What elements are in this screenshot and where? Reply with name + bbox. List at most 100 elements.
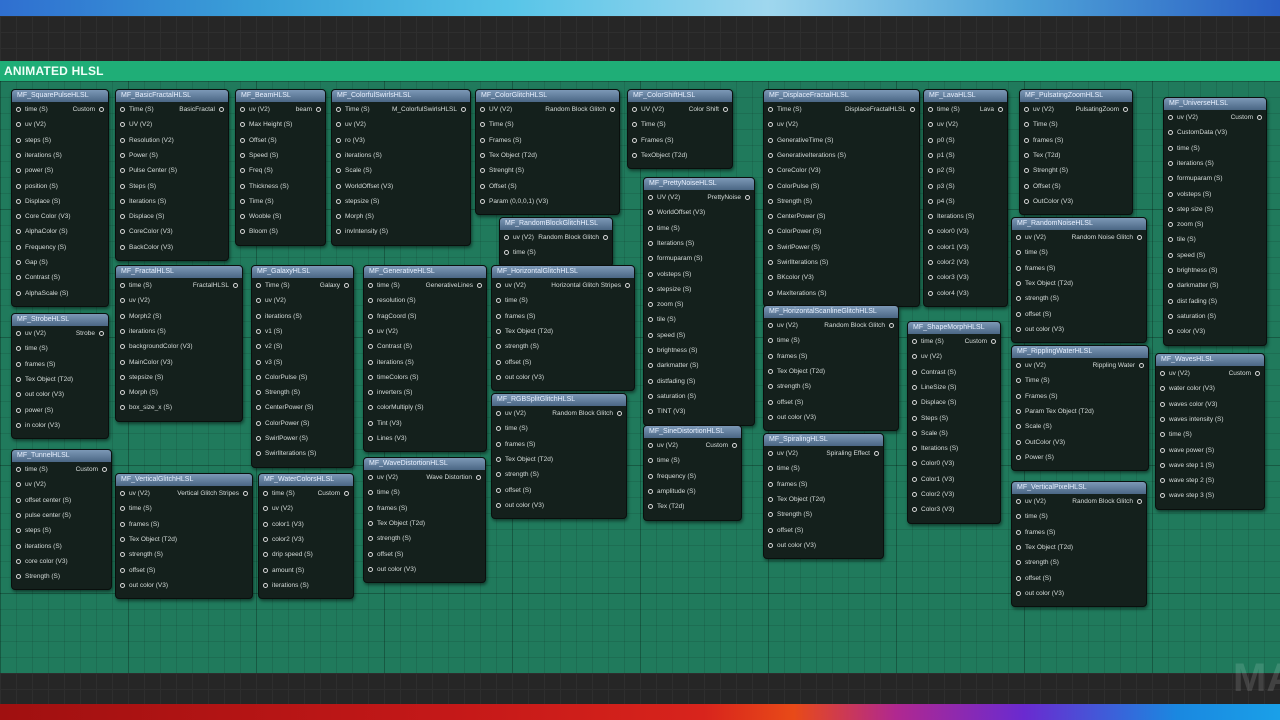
node-title[interactable]: MF_BeamHLSL xyxy=(236,90,325,102)
node-universe[interactable]: MF_UniverseHLSL uv (V2) Custom CustomData (… xyxy=(1163,97,1267,346)
node-title[interactable]: MF_StrobeHLSL xyxy=(12,314,108,326)
input-pin-icon[interactable] xyxy=(1160,462,1165,468)
input-pin-icon[interactable] xyxy=(1168,313,1173,319)
input-pin-icon[interactable] xyxy=(496,344,501,350)
input-pin-icon[interactable] xyxy=(648,504,653,510)
output-pin-icon[interactable] xyxy=(603,235,608,240)
input-pin-icon[interactable] xyxy=(16,122,21,128)
node-title[interactable]: MF_RGBSplitGlitchHLSL xyxy=(492,394,626,406)
input-pin-icon[interactable] xyxy=(336,198,341,204)
input-pin-icon[interactable] xyxy=(928,214,933,220)
input-pin-icon[interactable] xyxy=(263,506,268,512)
input-pin-icon[interactable] xyxy=(648,473,653,479)
node-beam[interactable]: MF_BeamHLSL uv (V2) beam Max Height (S) Offs… xyxy=(235,89,326,246)
output-pin-icon[interactable] xyxy=(461,107,466,112)
input-pin-icon[interactable] xyxy=(256,359,261,365)
input-pin-icon[interactable] xyxy=(16,361,21,367)
input-pin-icon[interactable] xyxy=(496,298,501,304)
input-pin-icon[interactable] xyxy=(1016,280,1021,286)
input-pin-icon[interactable] xyxy=(632,152,637,158)
input-pin-icon[interactable] xyxy=(1168,237,1173,243)
input-pin-icon[interactable] xyxy=(120,491,125,496)
input-pin-icon[interactable] xyxy=(768,198,773,204)
input-pin-icon[interactable] xyxy=(1168,268,1173,273)
input-pin-icon[interactable] xyxy=(336,229,341,235)
input-pin-icon[interactable] xyxy=(1016,439,1021,445)
input-pin-icon[interactable] xyxy=(120,122,125,128)
input-pin-icon[interactable] xyxy=(120,152,125,158)
input-pin-icon[interactable] xyxy=(368,536,373,542)
output-pin-icon[interactable] xyxy=(243,491,248,496)
input-pin-icon[interactable] xyxy=(1016,326,1021,332)
input-pin-icon[interactable] xyxy=(480,198,485,204)
node-title[interactable]: MF_DisplaceFractalHLSL xyxy=(764,90,919,102)
input-pin-icon[interactable] xyxy=(768,290,773,296)
input-pin-icon[interactable] xyxy=(928,168,933,174)
input-pin-icon[interactable] xyxy=(768,107,773,112)
input-pin-icon[interactable] xyxy=(504,235,509,240)
node-title[interactable]: MF_VerticalPixelHLSL xyxy=(1012,482,1146,494)
input-pin-icon[interactable] xyxy=(120,536,125,542)
input-pin-icon[interactable] xyxy=(16,376,21,382)
input-pin-icon[interactable] xyxy=(648,458,653,464)
node-horizontalscanline[interactable]: MF_HorizontalScanlineGlitchHLSL uv (V2) Ra… xyxy=(763,305,899,432)
input-pin-icon[interactable] xyxy=(1016,408,1021,414)
input-pin-icon[interactable] xyxy=(16,229,21,235)
input-pin-icon[interactable] xyxy=(648,225,653,231)
input-pin-icon[interactable] xyxy=(480,168,485,174)
input-pin-icon[interactable] xyxy=(648,302,653,308)
input-pin-icon[interactable] xyxy=(768,338,773,344)
node-spiraling[interactable]: MF_SpiralingHLSL uv (V2) Spiraling Effect t… xyxy=(763,433,884,560)
graph-background-top[interactable] xyxy=(0,16,1280,61)
input-pin-icon[interactable] xyxy=(120,521,125,527)
output-pin-icon[interactable] xyxy=(874,451,879,456)
node-fractal[interactable]: MF_FractalHLSL time (S) FractalHLSL uv (V2)… xyxy=(115,265,243,422)
input-pin-icon[interactable] xyxy=(120,183,125,189)
input-pin-icon[interactable] xyxy=(1024,183,1029,189)
input-pin-icon[interactable] xyxy=(912,461,917,467)
input-pin-icon[interactable] xyxy=(336,137,341,143)
input-pin-icon[interactable] xyxy=(1168,145,1173,151)
output-pin-icon[interactable] xyxy=(1257,115,1262,120)
node-title[interactable]: MF_TunnelHLSL xyxy=(12,450,111,462)
input-pin-icon[interactable] xyxy=(120,313,125,319)
input-pin-icon[interactable] xyxy=(120,137,125,143)
input-pin-icon[interactable] xyxy=(336,107,341,112)
input-pin-icon[interactable] xyxy=(368,420,373,426)
input-pin-icon[interactable] xyxy=(1016,235,1021,240)
node-galaxy[interactable]: MF_GalaxyHLSL Time (S) Galaxy uv (V2) iterat… xyxy=(251,265,354,468)
output-pin-icon[interactable] xyxy=(102,467,107,472)
input-pin-icon[interactable] xyxy=(480,183,485,189)
comment-box-header[interactable]: ANIMATED HLSL xyxy=(0,61,1280,81)
node-colorglitch[interactable]: MF_ColorGlitchHLSL UV (V2) Random Block Gl… xyxy=(475,89,620,216)
node-title[interactable]: MF_RipplingWaterHLSL xyxy=(1012,346,1148,358)
input-pin-icon[interactable] xyxy=(368,390,373,396)
input-pin-icon[interactable] xyxy=(928,183,933,189)
input-pin-icon[interactable] xyxy=(928,260,933,265)
node-title[interactable]: MF_RandomBlockGlitchHLSL xyxy=(500,218,612,230)
input-pin-icon[interactable] xyxy=(768,137,773,143)
node-tunnel[interactable]: MF_TunnelHLSL time (S) Custom uv (V2) offset… xyxy=(11,449,112,591)
node-prettynoise[interactable]: MF_PrettyNoiseHLSL UV (V2) PrettyNoise Worl… xyxy=(643,177,755,426)
input-pin-icon[interactable] xyxy=(648,348,653,353)
input-pin-icon[interactable] xyxy=(496,283,501,288)
input-pin-icon[interactable] xyxy=(768,466,773,472)
input-pin-icon[interactable] xyxy=(240,183,245,189)
input-pin-icon[interactable] xyxy=(1168,130,1173,136)
input-pin-icon[interactable] xyxy=(240,229,245,235)
input-pin-icon[interactable] xyxy=(1016,311,1021,317)
node-title[interactable]: MF_VerticalGlitchHLSL xyxy=(116,474,252,486)
input-pin-icon[interactable] xyxy=(16,467,21,472)
input-pin-icon[interactable] xyxy=(768,353,773,359)
input-pin-icon[interactable] xyxy=(256,436,261,441)
input-pin-icon[interactable] xyxy=(1160,432,1165,438)
input-pin-icon[interactable] xyxy=(368,344,373,350)
input-pin-icon[interactable] xyxy=(648,271,653,277)
output-pin-icon[interactable] xyxy=(610,107,615,112)
input-pin-icon[interactable] xyxy=(648,286,653,292)
node-title[interactable]: MF_HorizontalScanlineGlitchHLSL xyxy=(764,306,898,318)
node-pulsatingzoom[interactable]: MF_PulsatingZoomHLSL uv (V2) PulsatingZoom… xyxy=(1019,89,1133,216)
input-pin-icon[interactable] xyxy=(1168,283,1173,289)
input-pin-icon[interactable] xyxy=(912,400,917,406)
input-pin-icon[interactable] xyxy=(648,256,653,262)
